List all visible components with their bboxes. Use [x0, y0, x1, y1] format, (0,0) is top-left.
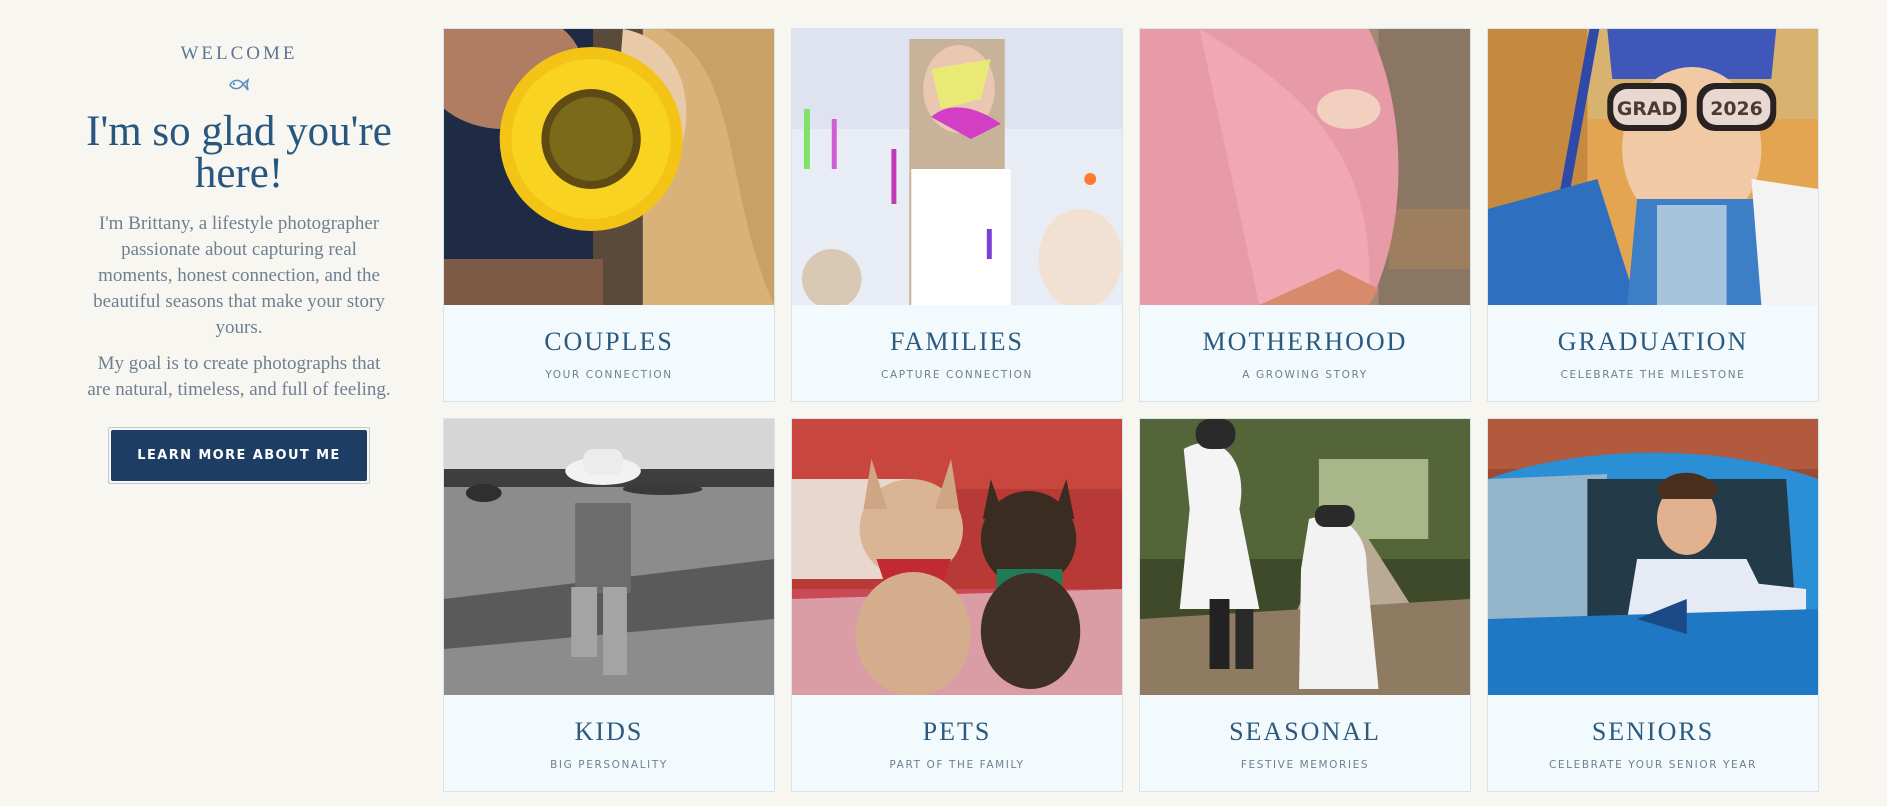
bio-paragraph: I'm Brittany, a lifestyle photographer p… [93, 213, 385, 338]
card-text: KIDS BIG PERSONALITY [444, 695, 774, 791]
gallery-card-kids[interactable]: KIDS BIG PERSONALITY [443, 418, 775, 792]
card-title: KIDS [574, 717, 644, 746]
goal-paragraph: My goal is to create photographs that ar… [87, 353, 391, 400]
welcome-eyebrow: WELCOME [180, 43, 298, 64]
card-subtitle: FESTIVE MEMORIES [1240, 759, 1370, 771]
card-text: SENIORS CELEBRATE YOUR SENIOR YEAR [1488, 695, 1818, 791]
card-title: COUPLES [544, 327, 674, 356]
services-gallery: COUPLES YOUR CONNECTION FAMILIES CAPTURE… [443, 28, 1819, 792]
card-text: SEASONAL FESTIVE MEMORIES [1140, 695, 1470, 791]
gallery-card-families[interactable]: FAMILIES CAPTURE CONNECTION [791, 28, 1123, 402]
card-title: PETS [922, 717, 992, 746]
graduation-photo: GRAD 2026 [1488, 29, 1818, 305]
gallery-card-seasonal[interactable]: SEASONAL FESTIVE MEMORIES [1139, 418, 1471, 792]
card-title: SENIORS [1591, 717, 1715, 746]
gallery-card-couples[interactable]: COUPLES YOUR CONNECTION [443, 28, 775, 402]
seasonal-photo [1140, 419, 1470, 695]
card-subtitle: CAPTURE CONNECTION [881, 369, 1033, 381]
families-photo [792, 29, 1122, 305]
card-text: COUPLES YOUR CONNECTION [444, 305, 774, 401]
card-text: GRADUATION CELEBRATE THE MILESTONE [1488, 305, 1818, 401]
card-subtitle: CELEBRATE YOUR SENIOR YEAR [1549, 759, 1757, 771]
card-subtitle: YOUR CONNECTION [545, 369, 673, 381]
gallery-card-seniors[interactable]: SENIORS CELEBRATE YOUR SENIOR YEAR [1487, 418, 1819, 792]
card-subtitle: PART OF THE FAMILY [889, 759, 1025, 771]
card-subtitle: CELEBRATE THE MILESTONE [1560, 369, 1746, 381]
kids-photo [444, 419, 774, 695]
gallery-card-motherhood[interactable]: MOTHERHOOD A GROWING STORY [1139, 28, 1471, 402]
card-text: MOTHERHOOD A GROWING STORY [1140, 305, 1470, 401]
fish-flourish-icon [84, 77, 394, 97]
pets-photo [792, 419, 1122, 695]
glasses-grad-text: GRAD [1617, 98, 1677, 120]
motherhood-photo [1140, 29, 1470, 305]
card-title: SEASONAL [1229, 717, 1381, 746]
card-title: FAMILIES [890, 327, 1024, 356]
card-subtitle: A GROWING STORY [1242, 369, 1368, 381]
card-title: MOTHERHOOD [1202, 327, 1408, 356]
learn-more-button-frame: LEARN MORE ABOUT ME [108, 427, 370, 484]
card-text: PETS PART OF THE FAMILY [792, 695, 1122, 791]
gallery-card-graduation[interactable]: GRAD 2026 GRADUATION CELEBRATE THE MILES… [1487, 28, 1819, 402]
couples-photo [444, 29, 774, 305]
gallery-card-pets[interactable]: PETS PART OF THE FAMILY [791, 418, 1123, 792]
card-subtitle: BIG PERSONALITY [550, 759, 668, 771]
learn-more-button[interactable]: LEARN MORE ABOUT ME [111, 430, 367, 481]
seniors-photo [1488, 419, 1818, 695]
card-text: FAMILIES CAPTURE CONNECTION [792, 305, 1122, 401]
welcome-headline: I'm so glad you're here! [86, 108, 392, 197]
card-title: GRADUATION [1557, 327, 1749, 356]
glasses-year-text: 2026 [1710, 98, 1763, 120]
welcome-intro: WELCOME I'm so glad you're here! I'm Bri… [84, 40, 394, 484]
